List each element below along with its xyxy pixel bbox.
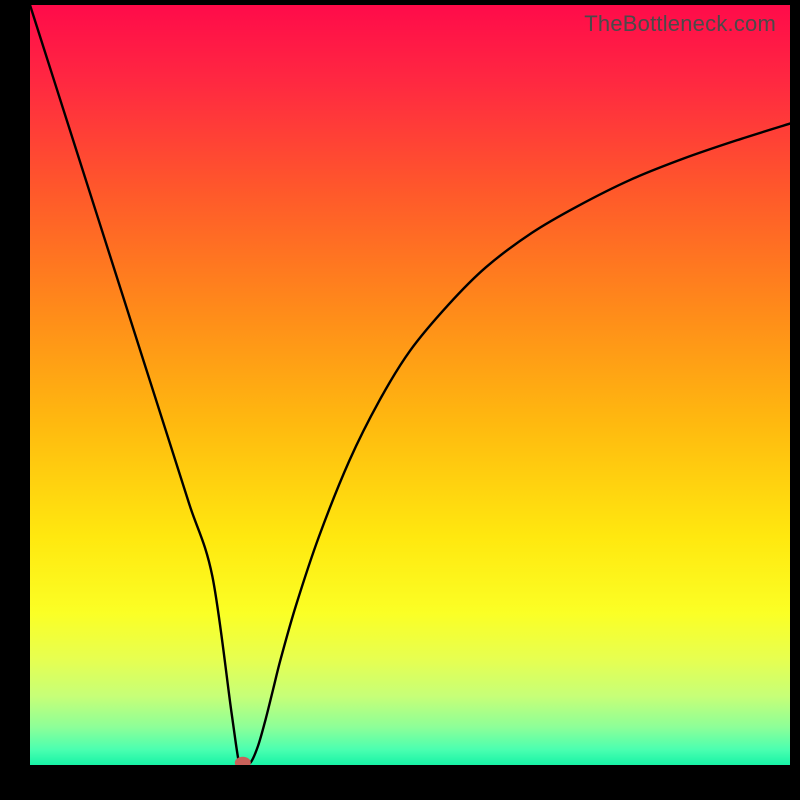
- curve-layer: [30, 5, 790, 765]
- bottleneck-curve: [30, 5, 790, 765]
- watermark-text: TheBottleneck.com: [584, 11, 776, 37]
- chart-frame: TheBottleneck.com: [0, 0, 800, 800]
- plot-area: TheBottleneck.com: [30, 5, 790, 765]
